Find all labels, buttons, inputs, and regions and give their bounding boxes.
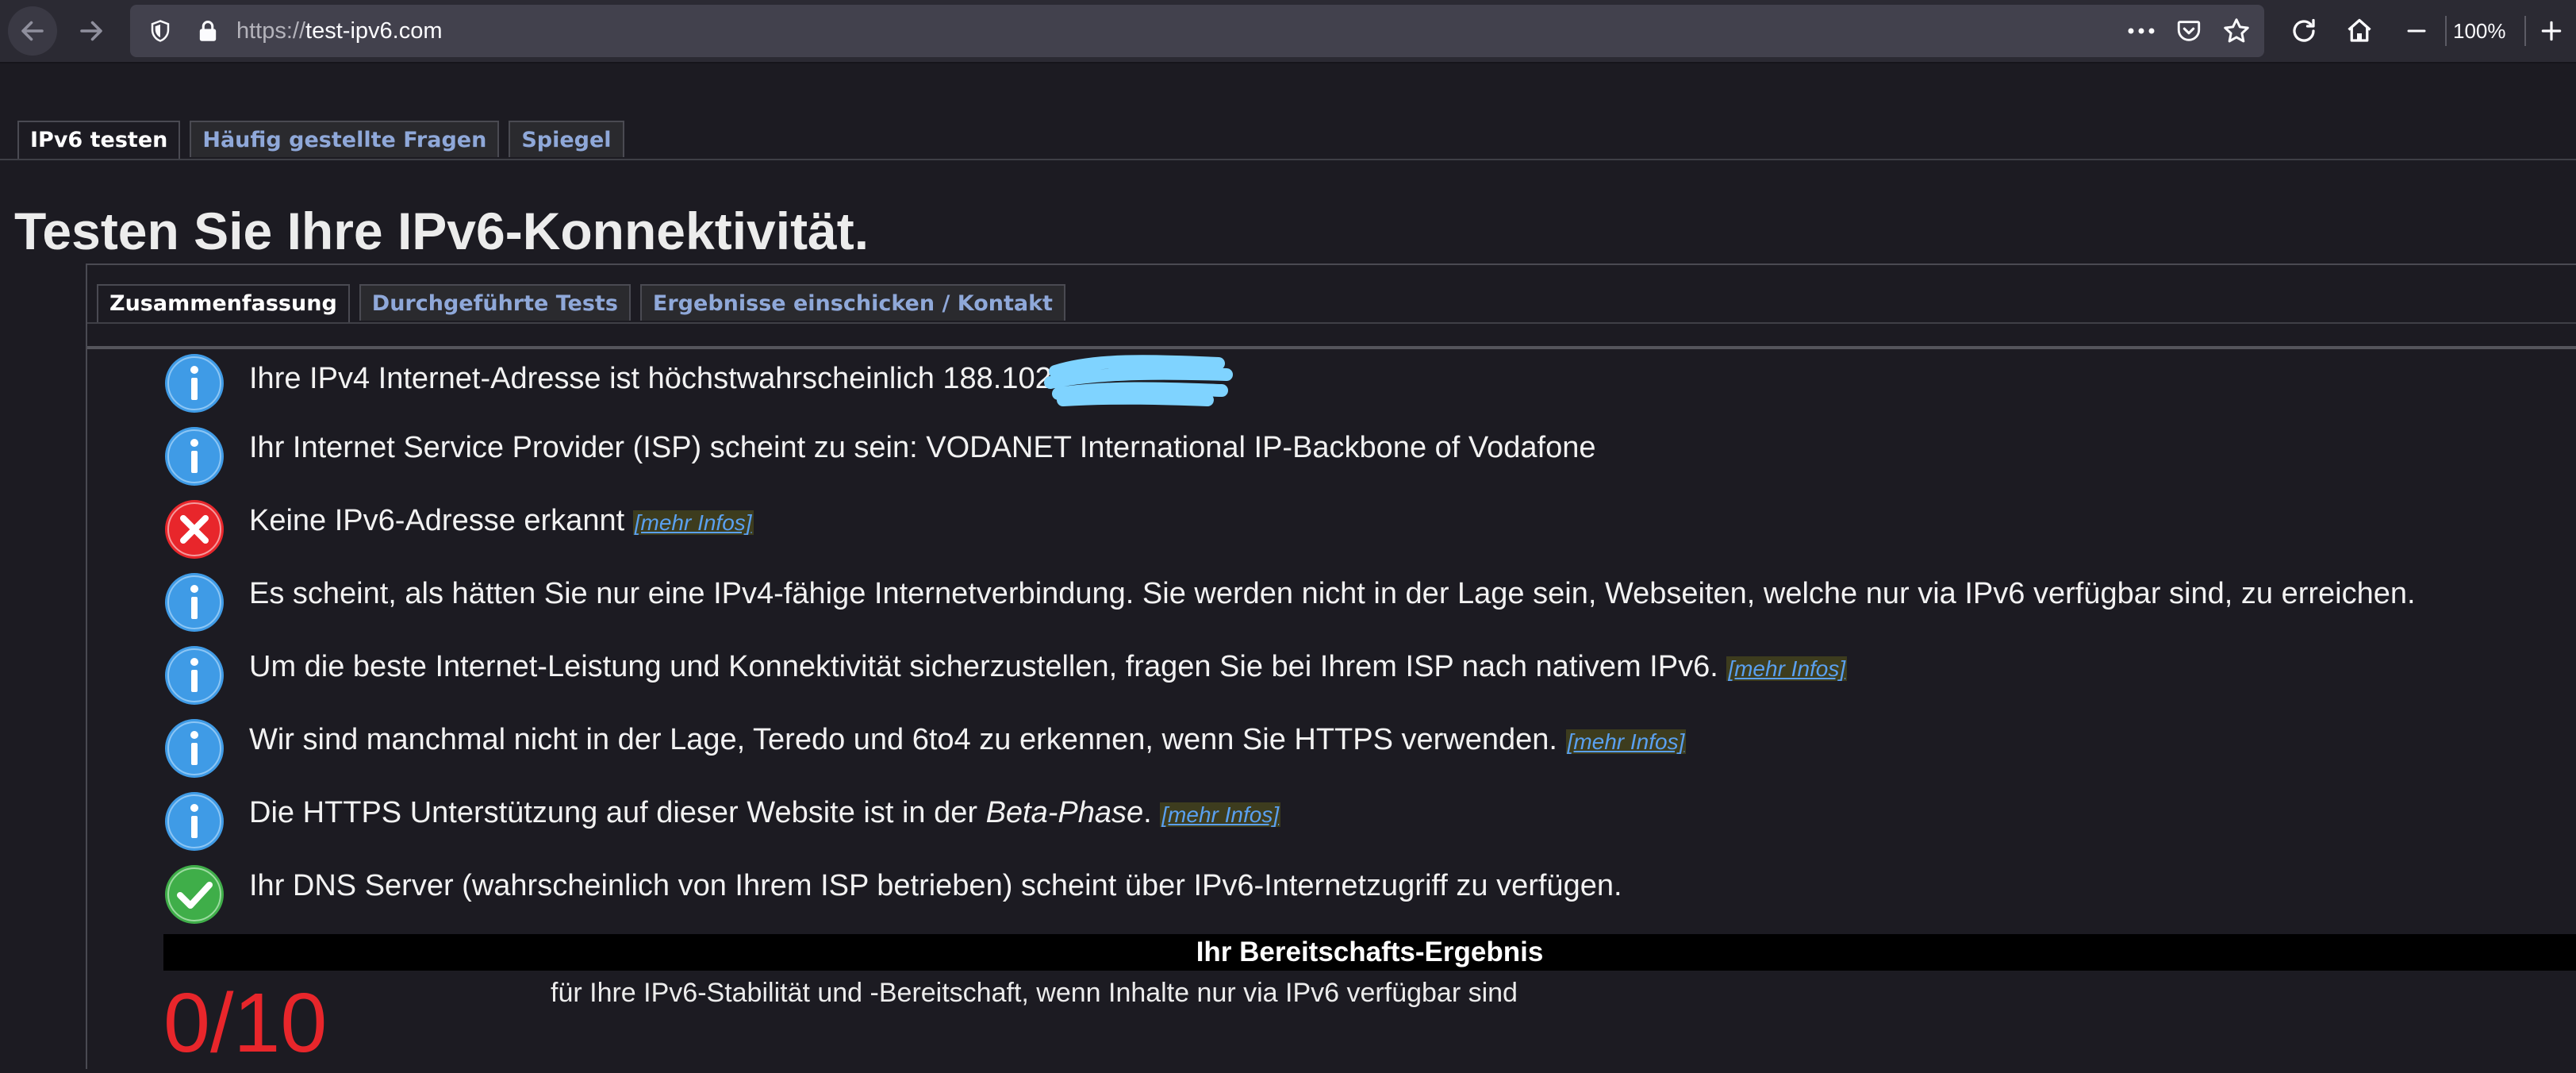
more-info-link[interactable]: [mehr Infos] — [1726, 656, 1848, 681]
browser-toolbar: https://test-ipv6.com 100% — [0, 0, 2576, 63]
redaction-scribble — [1044, 355, 1234, 406]
url-text[interactable]: https://test-ipv6.com — [236, 5, 443, 57]
more-actions-icon[interactable] — [2121, 5, 2161, 57]
info-icon — [165, 792, 224, 851]
url-scheme: https:// — [236, 18, 306, 44]
url-bar[interactable]: https://test-ipv6.com — [130, 5, 2264, 57]
result-text: Ihr Internet Service Provider (ISP) sche… — [249, 431, 1596, 464]
tab-share-contact[interactable]: Ergebnisse einschicken / Kontakt — [639, 284, 1065, 321]
result-text: Keine IPv6-Adresse erkannt — [249, 504, 625, 537]
home-icon — [2348, 18, 2371, 42]
more-info-link[interactable]: [mehr Infos] — [632, 510, 754, 535]
pocket-icon[interactable] — [2169, 5, 2209, 57]
result-text: Die HTTPS Unterstützung auf dieser Websi… — [249, 796, 986, 829]
check-icon — [165, 865, 224, 924]
result-text: Wir sind manchmal nicht in der Lage, Ter… — [249, 723, 1557, 756]
result-text: Um die beste Internet-Leistung und Konne… — [249, 650, 1718, 683]
sub-tabs: Zusammenfassung Durchgeführte Tests Erge… — [97, 284, 1065, 324]
info-icon — [165, 427, 224, 486]
info-icon — [165, 354, 224, 413]
result-text-end: . — [1143, 796, 1152, 829]
reload-icon — [2293, 18, 2315, 42]
tab-faq[interactable]: Häufig gestellte Fragen — [190, 121, 500, 157]
main-tabs: IPv6 testen Häufig gestellte Fragen Spie… — [17, 121, 624, 160]
more-info-link[interactable]: [mehr Infos] — [1160, 802, 1281, 827]
info-icon — [165, 646, 224, 705]
tab-summary[interactable]: Zusammenfassung — [97, 284, 350, 324]
toolbar-separator — [2524, 16, 2526, 46]
minus-icon — [2407, 29, 2426, 33]
result-text: Ihr DNS Server (wahrscheinlich von Ihrem… — [249, 869, 1622, 902]
bookmark-star-icon[interactable] — [2217, 5, 2256, 57]
zoom-in-button[interactable] — [2531, 6, 2572, 56]
back-button[interactable] — [8, 6, 57, 56]
more-info-link[interactable]: [mehr Infos] — [1565, 729, 1687, 754]
forward-button[interactable] — [67, 6, 116, 56]
home-button[interactable] — [2337, 6, 2382, 56]
plus-icon — [2541, 21, 2562, 41]
tab-ipv6-testen[interactable]: IPv6 testen — [17, 121, 181, 160]
error-icon — [165, 500, 224, 559]
arrow-left-icon — [21, 21, 44, 41]
result-text: Es scheint, als hätten Sie nur eine IPv4… — [249, 577, 2416, 610]
result-text: Ihre IPv4 Internet-Adresse ist höchstwah… — [249, 362, 1061, 396]
sub-tabs-divider — [87, 322, 2576, 324]
info-icon — [165, 719, 224, 778]
lock-icon[interactable] — [192, 5, 224, 57]
beta-phase-text: Beta-Phase — [985, 796, 1144, 829]
readiness-score: 0/10 — [163, 976, 328, 1070]
readiness-description: für Ihre IPv6-Stabilität und -Bereitscha… — [551, 978, 1518, 1008]
tab-mirror[interactable]: Spiegel — [509, 121, 624, 157]
page-title: Testen Sie Ihre IPv6-Konnektivität. — [14, 202, 870, 260]
readiness-heading: Ihr Bereitschafts-Ergebnis — [163, 934, 2576, 971]
zoom-out-button[interactable] — [2394, 6, 2439, 56]
url-host: test-ipv6.com — [305, 18, 443, 44]
zoom-level[interactable]: 100% — [2453, 0, 2506, 62]
tab-tests-run[interactable]: Durchgeführte Tests — [359, 284, 631, 321]
arrow-right-icon — [80, 21, 102, 41]
results-divider — [87, 346, 2576, 349]
reload-button[interactable] — [2282, 6, 2326, 56]
tabs-divider — [0, 159, 2576, 160]
toolbar-separator — [2445, 16, 2447, 46]
tracking-shield-icon[interactable] — [143, 5, 178, 57]
info-icon — [165, 573, 224, 632]
